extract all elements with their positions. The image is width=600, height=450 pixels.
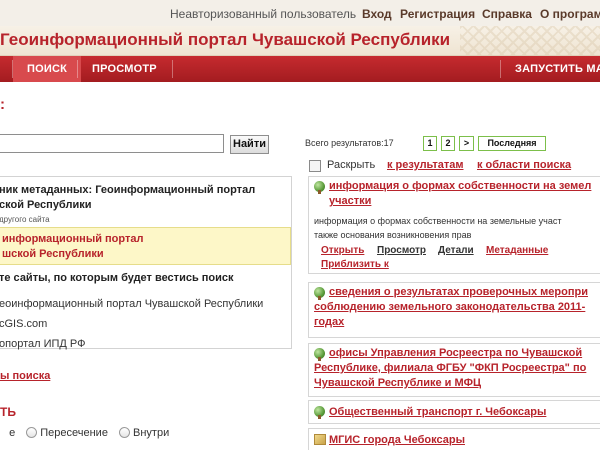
result-title-line: участки [329, 195, 372, 207]
result-title[interactable]: сведения о результатах проверочных мероп… [314, 285, 588, 330]
result-card: МГИС города Чебоксары [308, 428, 600, 450]
about-link[interactable]: О програми [540, 7, 600, 21]
result-title-line: соблюдению земельного законодательства 2… [314, 301, 586, 313]
result-description-line: информация о формах собственности на зем… [314, 216, 562, 226]
globe-icon [314, 181, 325, 194]
visual-label: ТЬ [0, 405, 16, 419]
launch-map-button[interactable]: ЗАПУСТИТЬ МА [501, 56, 600, 82]
source-box: ник метаданных: Геоинформационный портал… [0, 176, 292, 350]
last-page-button[interactable]: Последняя [478, 136, 546, 151]
result-card: Общественный транспорт г. Чебоксары [308, 400, 600, 424]
advanced-search-link[interactable]: ы поиска [0, 370, 50, 382]
globe-icon [314, 287, 325, 300]
result-title[interactable]: офисы Управления Росреестра по Чувашской… [314, 346, 586, 391]
radio-intersection[interactable] [26, 427, 38, 438]
zoom-to-action[interactable]: Приблизить к [321, 259, 389, 270]
result-title-line: сведения о результатах проверочных мероп… [329, 286, 588, 298]
result-title[interactable]: Общественный транспорт г. Чебоксары [329, 405, 546, 420]
result-card: сведения о результатах проверочных мероп… [308, 282, 600, 338]
result-title-line: офисы Управления Росреестра по Чувашской [329, 347, 583, 359]
help-link[interactable]: Справка [482, 7, 532, 21]
result-description: информация о формах собственности на зем… [314, 214, 561, 242]
result-description-line: также основания возникновения прав [314, 230, 472, 240]
portal-title: Геоинформационный портал Чувашской Респу… [0, 30, 451, 49]
result-card: информация о формах собственности на зем… [308, 176, 600, 274]
globe-icon [314, 406, 325, 419]
main-nav: ПОИСК ПРОСМОТР ЗАПУСТИТЬ МА [0, 56, 600, 82]
details-action[interactable]: Детали [438, 245, 474, 256]
source-heading-line: ник метаданных: Геоинформационный портал [0, 184, 256, 196]
result-title-line: Чувашской Республике и МФЦ [314, 377, 482, 389]
sites-label: те сайты, по которым будет вестись поиск [0, 272, 234, 284]
selected-source-label: информационный портал шской Республики [0, 228, 290, 262]
open-action[interactable]: Открыть [321, 245, 364, 256]
portal-header: Геоинформационный портал Чувашской Респу… [0, 26, 600, 56]
globe-icon [314, 348, 325, 361]
result-title[interactable]: МГИС города Чебоксары [329, 433, 465, 448]
result-title[interactable]: информация о формах собственности на зем… [329, 179, 591, 209]
login-link[interactable]: Вход [362, 7, 392, 21]
next-page-button[interactable]: > [459, 136, 474, 151]
to-area-link[interactable]: к области поиска [477, 159, 571, 171]
expand-checkbox[interactable] [309, 160, 321, 172]
radio-label: Пересечение [40, 427, 108, 439]
user-status: Неавторизованный пользователь [170, 7, 357, 21]
panel-heading: : [0, 96, 5, 113]
results-total: Всего результатов:17 [305, 138, 394, 148]
radio-label: е [9, 427, 16, 439]
site-item[interactable]: опортал ИПД РФ [0, 338, 85, 350]
source-heading-line: ской Республики [0, 199, 92, 211]
register-link[interactable]: Регистрация [400, 7, 475, 21]
site-item[interactable]: еоинформационный портал Чувашской Респуб… [0, 298, 263, 310]
radio-inside[interactable] [119, 427, 131, 438]
search-input[interactable] [0, 134, 224, 153]
view-action[interactable]: Просмотр [377, 245, 426, 256]
nav-separator [172, 60, 173, 78]
expand-label: Раскрыть [327, 159, 376, 171]
search-panel: : Найти ник метаданных: Геоинформационны… [0, 82, 292, 450]
selected-source-line: шской Республики [2, 248, 104, 260]
map-icon [314, 434, 326, 445]
tab-search[interactable]: ПОИСК [13, 56, 82, 82]
source-heading: ник метаданных: Геоинформационный портал… [0, 183, 255, 213]
result-title-line: годах [314, 316, 345, 328]
find-button[interactable]: Найти [230, 135, 269, 154]
page-2-button[interactable]: 2 [441, 136, 455, 151]
result-card: офисы Управления Росреестра по Чувашской… [308, 343, 600, 397]
results-panel: Всего результатов:17 1 2 > Последняя Рас… [305, 82, 600, 450]
user-bar: Неавторизованный пользователь Вход Регис… [0, 0, 600, 26]
page-1-button[interactable]: 1 [423, 136, 437, 151]
selected-source-line: информационный портал [2, 233, 144, 245]
source-note: другого сайта [0, 215, 50, 224]
tab-view[interactable]: ПРОСМОТР [78, 56, 171, 82]
site-item[interactable]: cGIS.com [0, 318, 47, 330]
selected-source[interactable]: информационный портал шской Республики [0, 227, 291, 265]
radio-label: Внутри [133, 427, 170, 439]
result-title-line: Республике, филиала ФГБУ "ФКП Росреестра… [314, 362, 587, 374]
result-title-line: информация о формах собственности на зем… [329, 180, 592, 192]
to-results-link[interactable]: к результатам [387, 159, 464, 171]
spatial-filter: е Пересечение Внутри [0, 427, 169, 439]
header-ornament [460, 26, 600, 55]
metadata-action[interactable]: Метаданные [486, 245, 548, 256]
